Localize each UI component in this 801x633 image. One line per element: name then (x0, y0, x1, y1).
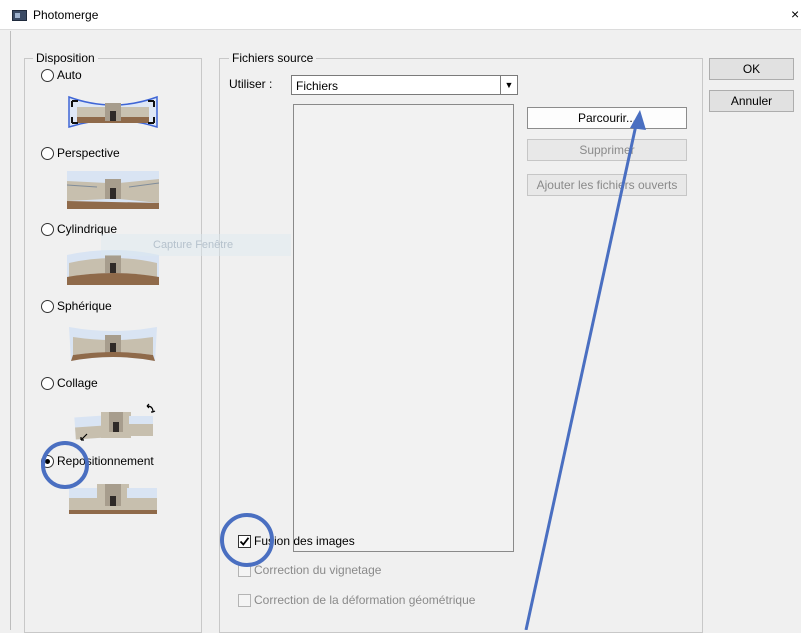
vignette-correction-checkbox[interactable] (238, 563, 251, 577)
close-icon[interactable]: × (791, 6, 799, 22)
add-open-files-button[interactable]: Ajouter les fichiers ouverts (527, 174, 687, 196)
use-select[interactable]: Fichiers ▼ (291, 75, 518, 95)
use-select-value: Fichiers (296, 79, 339, 93)
use-label: Utiliser : (229, 77, 273, 91)
checkbox-vignette-correction[interactable]: Correction du vignetage (238, 563, 381, 577)
checkmark-icon (239, 536, 250, 546)
radio-auto-label: Auto (57, 68, 82, 82)
auto-preview-thumbnail (68, 95, 158, 129)
blend-images-checkbox[interactable] (238, 534, 251, 548)
vignette-correction-label: Correction du vignetage (254, 563, 382, 577)
radio-perspective[interactable]: Perspective (41, 146, 120, 160)
radio-collage-label: Collage (57, 376, 98, 390)
browse-button[interactable]: Parcourir... (527, 107, 687, 129)
radio-spherical-label: Sphérique (57, 299, 112, 313)
cancel-button[interactable]: Annuler (709, 90, 794, 112)
checkbox-blend-images[interactable]: Fusion des images (238, 534, 355, 548)
reposition-preview-thumbnail (69, 484, 157, 514)
radio-reposition[interactable]: Repositionnement (41, 454, 154, 468)
blend-images-label: Fusion des images (254, 534, 355, 548)
radio-collage-button[interactable] (41, 376, 54, 390)
radio-auto-button[interactable] (41, 68, 54, 82)
radio-collage[interactable]: Collage (41, 376, 98, 390)
collage-preview-thumbnail (74, 403, 156, 441)
photomerge-dialog: Disposition Auto Perspective Cylindrique (10, 31, 801, 633)
perspective-preview-thumbnail (67, 171, 159, 209)
radio-perspective-button[interactable] (41, 146, 54, 160)
ghost-overlay-text: Capture Fenêtre (101, 234, 291, 256)
geometric-distortion-checkbox[interactable] (238, 593, 251, 607)
radio-auto[interactable]: Auto (41, 68, 82, 82)
photoshop-app-icon (12, 10, 27, 21)
radio-perspective-label: Perspective (57, 146, 120, 160)
radio-spherical[interactable]: Sphérique (41, 299, 112, 313)
dropdown-arrow-icon[interactable]: ▼ (500, 76, 517, 94)
geometric-distortion-label: Correction de la déformation géométrique (254, 593, 476, 607)
spherical-preview-thumbnail (69, 327, 157, 361)
source-files-list[interactable] (293, 104, 514, 552)
title-bar: Photomerge × (0, 0, 801, 30)
source-files-legend: Fichiers source (229, 51, 317, 65)
remove-button[interactable]: Supprimer (527, 139, 687, 161)
ok-button[interactable]: OK (709, 58, 794, 80)
window-title: Photomerge (33, 8, 99, 22)
checkbox-geometric-distortion[interactable]: Correction de la déformation géométrique (238, 593, 475, 607)
radio-reposition-button[interactable] (41, 454, 54, 468)
radio-reposition-label: Repositionnement (57, 454, 154, 468)
layout-group-legend: Disposition (33, 51, 98, 65)
radio-cylindrical-button[interactable] (41, 222, 54, 236)
radio-spherical-button[interactable] (41, 299, 54, 313)
